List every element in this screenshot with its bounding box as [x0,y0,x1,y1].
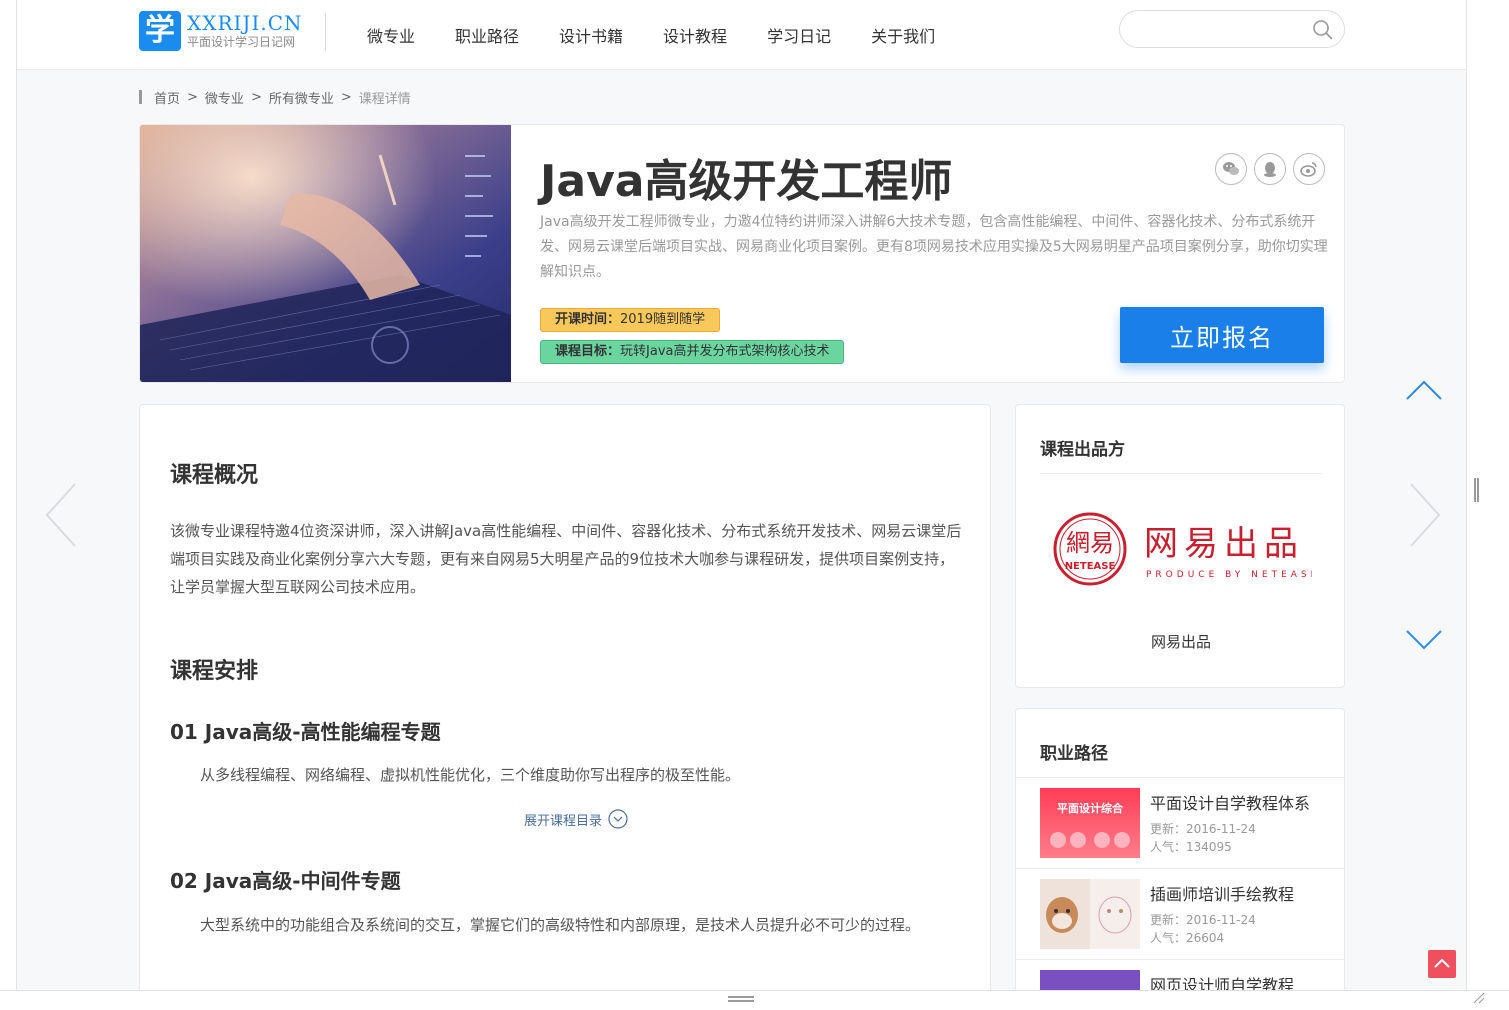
breadcrumb-current: 课程详情 [358,91,411,107]
logo-mark: 学 [139,11,181,51]
qq-icon [1264,162,1276,177]
goal-label: 课程目标： [555,344,621,359]
start-time-value: 2019随到随学 [620,312,706,327]
breadcrumb: 首页 > 微专业 > 所有微专业 > 课程详情 [139,88,411,107]
back-to-top-button[interactable] [1428,950,1456,978]
career-item-name[interactable]: 网页设计师自学教程 [1150,972,1294,990]
career-item-name[interactable]: 平面设计自学教程体系 [1150,790,1310,814]
window-side-resize-grip[interactable] [1474,478,1479,502]
producer-title: 课程出品方 [1040,440,1125,460]
breadcrumb-separator: > [340,89,352,105]
career-thumbnail [1040,970,1140,990]
course-content-card: 课程概况 该微专业课程特邀4位资深讲师，深入讲解Java高性能编程、中间件、容器… [139,404,991,990]
logo-subtitle: 平面设计学习日记网 [187,35,296,49]
career-item[interactable]: 平面设计综合 平面设计自学教程体系 更新：2016-11-24 人气：13409… [1016,777,1344,868]
career-item-update: 更新：2016-11-24 [1150,822,1256,836]
logo-title: XXRIJI.CN [187,11,303,35]
breadcrumb-home[interactable]: 首页 [154,88,180,107]
site-logo[interactable]: 学 XXRIJI.CN 平面设计学习日记网 [139,11,303,51]
nav-item-about-us[interactable]: 关于我们 [871,23,935,47]
breadcrumb-bar [139,90,142,104]
resize-corner-icon[interactable] [1473,992,1485,1004]
producer-card: 课程出品方 網易 NETEASE 网易出品 PRODUCE BY NETEASE… [1015,404,1345,688]
breadcrumb-all-micro-majors[interactable]: 所有微专业 [269,88,334,107]
course-start-time-tag: 开课时间：2019随到随学 [540,308,721,332]
search-input[interactable] [1134,11,1314,47]
share-qq-button[interactable] [1254,153,1286,185]
producer-name[interactable]: 网易出品 [1016,631,1346,652]
divider [1040,473,1322,474]
window-bottom-bar [0,990,1509,1010]
netease-logo: 網易 NETEASE 网易出品 PRODUCE BY NETEASE [1053,512,1312,586]
nav-item-design-books[interactable]: 设计书籍 [559,23,623,47]
career-item-update: 更新：2016-11-24 [1150,913,1256,927]
expand-catalog-button[interactable]: 展开课程目录 [524,809,628,829]
career-item-name[interactable]: 插画师培训手绘教程 [1150,881,1294,905]
start-time-label: 开课时间： [555,312,621,327]
course-cover-image [140,125,511,382]
nav-item-career-path[interactable]: 职业路径 [455,23,519,47]
schedule-title: 课程安排 [170,659,259,684]
career-thumbnail [1040,879,1140,949]
course-goal-tag: 课程目标：玩转Java高并发分布式架构核心技术 [540,340,845,364]
overview-text: 该微专业课程特邀4位资深讲师，深入讲解Java高性能编程、中间件、容器化技术、分… [170,522,962,596]
enroll-button[interactable]: 立即报名 [1120,307,1324,363]
logo-divider [325,13,326,51]
chevron-up-icon[interactable] [1405,378,1443,402]
site-header: 学 XXRIJI.CN 平面设计学习日记网 微专业 职业路径 设计书籍 设计教程… [17,0,1466,70]
search-icon[interactable] [1312,19,1334,41]
nav-item-study-diary[interactable]: 学习日记 [767,23,831,47]
career-item[interactable]: 插画师培训手绘教程 更新：2016-11-24 人气：26604 [1016,868,1344,959]
search-box [1119,10,1345,48]
topic-desc: 从多线程编程、网络编程、虚拟机性能优化，三个维度助你写出程序的极至性能。 [200,766,741,784]
overview-title: 课程概况 [170,463,259,488]
breadcrumb-micro-major[interactable]: 微专业 [205,88,244,107]
chevron-down-circle-icon [608,809,628,829]
chevron-down-icon[interactable] [1405,628,1443,652]
svg-text:PRODUCE BY NETEASE: PRODUCE BY NETEASE [1146,570,1312,580]
career-item-views: 人气：26604 [1150,931,1225,945]
svg-text:平面设计综合: 平面设计综合 [1057,801,1124,815]
chevron-right-icon[interactable] [1407,482,1443,548]
career-path-card: 职业路径 平面设计综合 平面设计自学教程体系 更新：2016-11-24 人气：… [1015,708,1345,990]
career-thumbnail: 平面设计综合 [1040,788,1140,858]
window-bottom-resize-grip[interactable] [728,996,754,1002]
svg-text:NETEASE: NETEASE [1065,561,1116,572]
weibo-icon [1300,162,1317,177]
nav-item-design-tutorials[interactable]: 设计教程 [663,23,727,47]
topic-title: 01 Java高级-高性能编程专题 [170,720,441,744]
breadcrumb-separator: > [187,89,198,105]
topic-desc: 大型系统中的功能组合及系统间的交互，掌握它们的高级特性和内部原理，是技术人员提升… [200,916,921,934]
svg-text:网易出品: 网易出品 [1144,524,1304,564]
course-hero-card: Java高级开发工程师 Java高级开发工程师微专业，力邀4位特约讲师深入讲解6… [139,124,1345,383]
topic-title: 02 Java高级-中间件专题 [170,869,401,893]
share-wechat-button[interactable] [1215,153,1247,185]
career-path-title: 职业路径 [1040,744,1108,764]
wechat-icon [1223,162,1239,175]
course-title: Java高级开发工程师 [540,156,953,207]
page-viewport: 学 XXRIJI.CN 平面设计学习日记网 微专业 职业路径 设计书籍 设计教程… [16,0,1467,990]
breadcrumb-separator: > [250,89,262,105]
svg-text:網易: 網易 [1066,529,1114,557]
career-item-views: 人气：134095 [1150,840,1232,854]
share-weibo-button[interactable] [1293,153,1325,185]
course-description: Java高级开发工程师微专业，力邀4位特约讲师深入讲解6大技术专题，包含高性能编… [540,214,1328,280]
arrow-up-icon [1434,958,1450,968]
main-nav: 微专业 职业路径 设计书籍 设计教程 学习日记 关于我们 [367,0,975,70]
goal-value: 玩转Java高并发分布式架构核心技术 [620,344,830,359]
nav-item-micro-major[interactable]: 微专业 [367,23,415,47]
career-item[interactable]: 网页设计师自学教程 [1016,959,1344,990]
expand-catalog-label: 展开课程目录 [524,813,603,829]
chevron-left-icon[interactable] [43,482,79,548]
